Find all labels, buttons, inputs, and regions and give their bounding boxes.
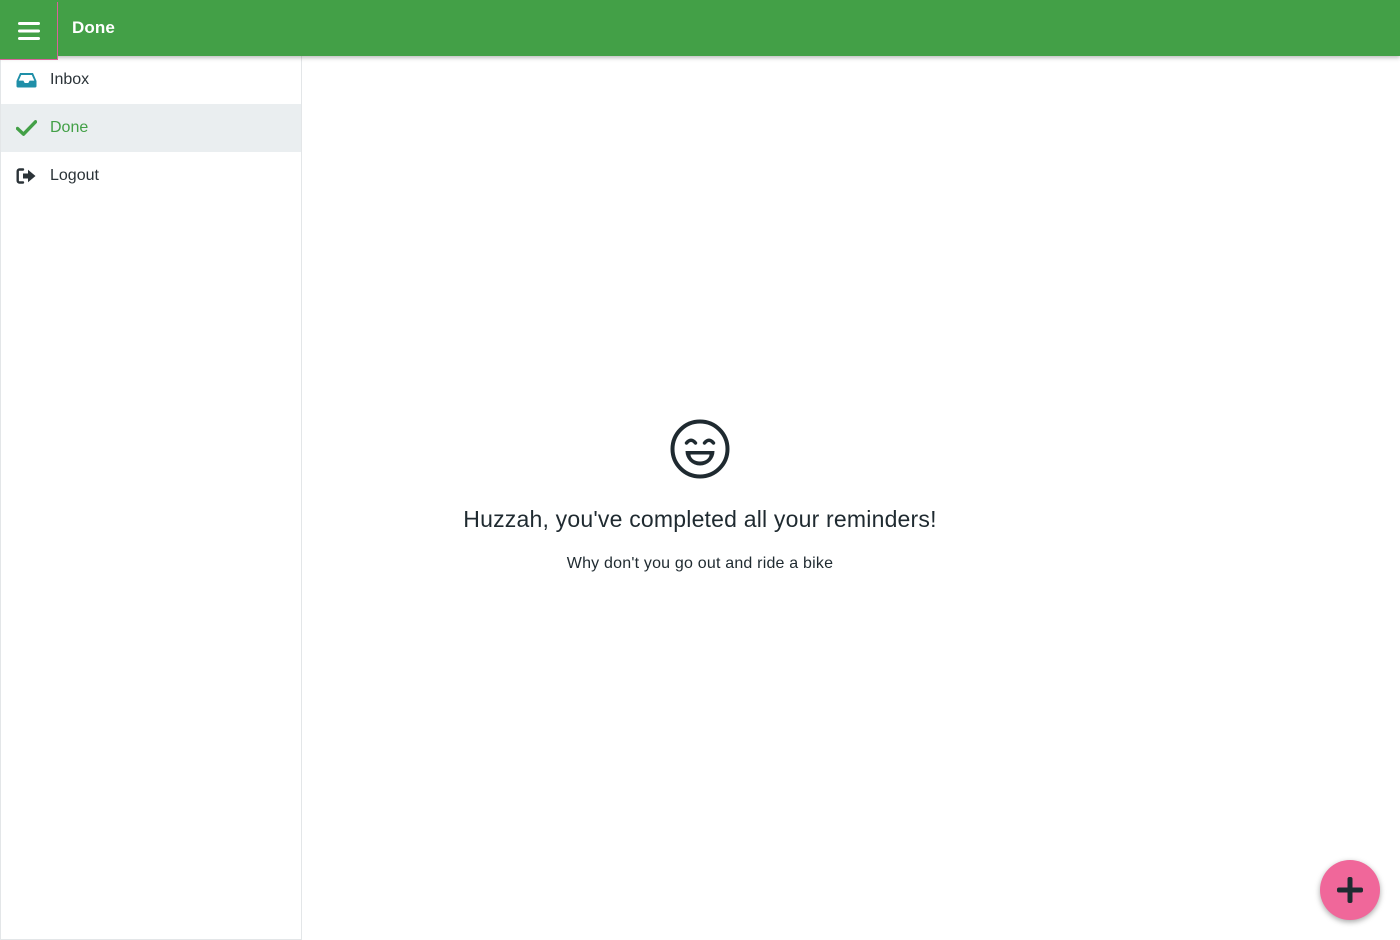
sidebar-item-label: Logout	[50, 167, 99, 184]
sidebar-item-logout[interactable]: Logout	[1, 152, 301, 200]
sidebar-item-label: Inbox	[50, 71, 90, 88]
checkmark-icon	[15, 117, 37, 139]
empty-state-subtitle: Why don't you go out and ride a bike	[566, 555, 834, 572]
main-content: Huzzah, you've completed all your remind…	[302, 56, 1400, 940]
plus-icon	[1337, 877, 1363, 903]
logout-icon	[15, 165, 37, 187]
sidebar: Inbox Done Logout	[0, 56, 302, 940]
menu-button[interactable]	[0, 2, 58, 60]
sidebar-item-label: Done	[50, 119, 89, 136]
smiling-face-icon	[670, 419, 730, 479]
add-reminder-button[interactable]	[1320, 860, 1380, 920]
hamburger-menu-icon	[17, 21, 40, 40]
page-title: Done	[72, 18, 115, 37]
inbox-tray-icon	[15, 69, 37, 91]
app-bar: Done	[0, 0, 1400, 60]
empty-state-title: Huzzah, you've completed all your remind…	[463, 506, 937, 532]
sidebar-item-inbox[interactable]: Inbox	[1, 56, 301, 104]
empty-state: Huzzah, you've completed all your remind…	[302, 418, 1098, 573]
sidebar-item-done[interactable]: Done	[1, 104, 301, 152]
